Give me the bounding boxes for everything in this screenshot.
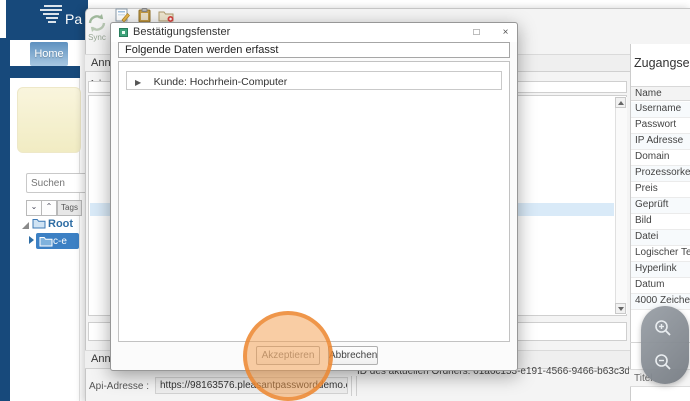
list-item[interactable]: Username [631, 102, 690, 118]
expander-label: Kunde: Hochrhein-Computer [154, 76, 288, 88]
dialog-title: Bestätigungsfenster [133, 26, 230, 38]
chevron-down-icon: ⌄ [31, 202, 38, 211]
api-address-value: https://98163576.pleasantpassworddemo.co… [155, 377, 348, 394]
sync-icon[interactable] [86, 12, 108, 34]
tree-expanded-icon[interactable] [22, 222, 29, 229]
tree-item-root[interactable]: Root [48, 218, 73, 230]
expander-icon: ▶ [135, 78, 141, 87]
list-item[interactable]: Domain [631, 150, 690, 166]
api-address-label: Api-Adresse : [89, 381, 149, 392]
sync-label: Sync [83, 33, 111, 42]
chevron-up-icon: ⌃ [46, 202, 53, 211]
list-item[interactable]: Geprüft [631, 198, 690, 214]
scroll-down-button[interactable] [615, 303, 626, 314]
status-divider [351, 376, 357, 396]
tags-button[interactable]: Tags [57, 200, 82, 216]
dialog-header: Folgende Daten werden erfasst [118, 42, 510, 58]
window-icon [119, 28, 128, 37]
folder-icon [39, 235, 53, 247]
list-item[interactable]: Preis [631, 182, 690, 198]
maximize-button[interactable]: □ [469, 27, 484, 39]
tree-collapsed-icon[interactable] [29, 236, 34, 244]
panel-title: Zugangsei [634, 56, 690, 70]
collapse-all-button[interactable]: ⌄ [26, 200, 42, 216]
confirmation-dialog: Bestätigungsfenster □ × Folgende Daten w… [110, 22, 518, 371]
tree-item-child[interactable]: c-e [53, 236, 67, 247]
scrollbar-track[interactable] [615, 97, 627, 314]
list-item[interactable]: Prozessorkern [631, 166, 690, 182]
note-box [17, 87, 81, 153]
zoom-in-icon[interactable] [653, 318, 673, 338]
data-expander-row[interactable]: ▶ Kunde: Hochrhein-Computer [126, 71, 502, 90]
search-input[interactable] [26, 173, 90, 193]
list-item[interactable]: Bild [631, 214, 690, 230]
property-list: Username Passwort IP Adresse Domain Proz… [631, 102, 690, 310]
edit-form-icon[interactable] [115, 8, 130, 23]
list-item[interactable]: IP Adresse [631, 134, 690, 150]
home-tab[interactable]: Home [30, 42, 68, 66]
clipboard-icon[interactable] [137, 8, 152, 23]
list-item[interactable]: Datei [631, 230, 690, 246]
list-item[interactable]: Logischer Ter [631, 246, 690, 262]
list-item[interactable]: Datum [631, 278, 690, 294]
scroll-up-button[interactable] [615, 97, 626, 108]
list-item[interactable]: Passwort [631, 118, 690, 134]
brand-text: Pa [65, 11, 82, 27]
accept-button[interactable]: Akzeptieren [256, 346, 320, 365]
app-header: Pa [6, 0, 88, 40]
expand-all-button[interactable]: ⌃ [41, 200, 57, 216]
close-button[interactable]: × [498, 27, 513, 39]
dialog-content-area [118, 61, 510, 342]
folder-export-icon[interactable] [158, 8, 174, 23]
cancel-button[interactable]: Abbrechen [328, 346, 378, 365]
list-item[interactable]: Hyperlink [631, 262, 690, 278]
folder-icon [32, 217, 46, 229]
screen: Pa Home ⌄ ⌃ Tags Root c-e Sync Ann Adre … [0, 0, 690, 401]
left-nav-strip [0, 38, 10, 401]
brand-logo [40, 5, 64, 33]
dialog-titlebar[interactable]: Bestätigungsfenster □ × [111, 23, 517, 42]
zoom-out-icon[interactable] [653, 352, 673, 372]
column-header-name: Name [631, 86, 690, 101]
